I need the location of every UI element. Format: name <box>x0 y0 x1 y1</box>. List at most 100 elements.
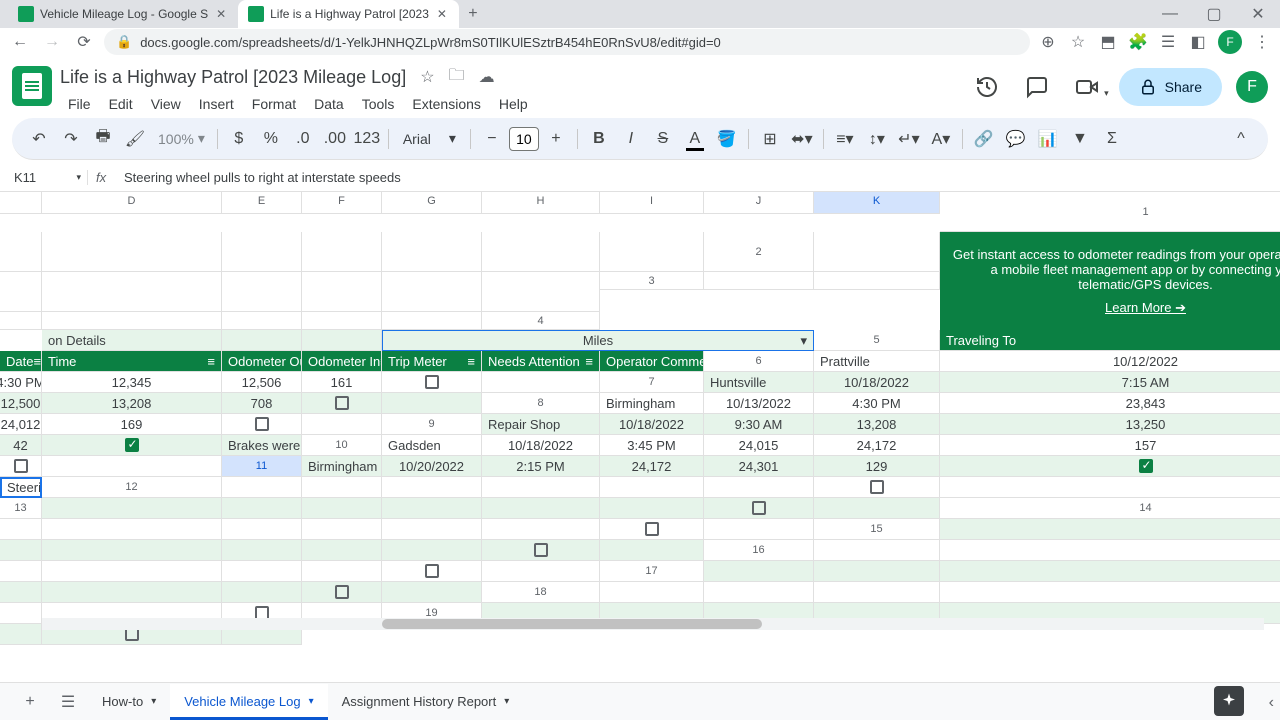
cell[interactable] <box>382 312 482 330</box>
cell[interactable] <box>482 477 600 498</box>
cell-to[interactable]: Birmingham <box>302 456 382 477</box>
decrease-decimal-icon[interactable]: .0 <box>288 124 318 154</box>
redo-icon[interactable]: ↷ <box>56 124 86 154</box>
cell-odometer-in[interactable]: 13,208 <box>42 393 222 414</box>
cell-odometer-out[interactable]: 12,345 <box>42 372 222 393</box>
cell-time[interactable]: 3:45 PM <box>600 435 704 456</box>
menu-view[interactable]: View <box>143 92 189 116</box>
row-header[interactable]: 15 <box>814 519 940 540</box>
cell-trip[interactable]: 42 <box>0 435 42 456</box>
back-icon[interactable]: ← <box>8 30 32 54</box>
column-header[interactable]: Trip Meter≡ <box>382 351 482 372</box>
new-tab-button[interactable]: + <box>459 0 487 28</box>
cell-attention[interactable] <box>42 435 222 456</box>
cell-to[interactable]: Gadsden <box>382 435 482 456</box>
cell-odometer-in[interactable]: 24,301 <box>704 456 814 477</box>
borders-icon[interactable]: ⊞ <box>755 124 785 154</box>
cell-attention[interactable] <box>222 414 302 435</box>
cell[interactable] <box>302 561 382 582</box>
cell[interactable] <box>382 540 482 561</box>
row-header[interactable]: 5 <box>814 330 940 351</box>
cell[interactable] <box>940 582 1280 603</box>
cell[interactable] <box>482 232 600 272</box>
cell-attention[interactable] <box>704 498 814 519</box>
cell-comment[interactable]: Steering wheel pulls to right at interst… <box>0 477 42 498</box>
valign-icon[interactable]: ↕▾ <box>862 124 892 154</box>
cell[interactable] <box>0 561 42 582</box>
row-header[interactable]: 18 <box>482 582 600 603</box>
cell[interactable] <box>600 498 704 519</box>
cell[interactable] <box>382 498 482 519</box>
cell[interactable] <box>600 540 704 561</box>
cell-comment[interactable] <box>42 456 222 477</box>
cell[interactable] <box>0 540 42 561</box>
cell-to[interactable]: Birmingham <box>600 393 704 414</box>
cell-odometer-in[interactable]: 24,012 <box>0 414 42 435</box>
row-header[interactable]: 16 <box>704 540 814 561</box>
font-select[interactable]: Arial▾ <box>395 130 464 147</box>
row-header[interactable]: 2 <box>704 232 814 272</box>
cell[interactable] <box>704 561 814 582</box>
move-icon[interactable]: 🗀 <box>449 64 465 91</box>
strikethrough-icon[interactable]: S <box>648 124 678 154</box>
cell[interactable] <box>222 519 302 540</box>
cell-date[interactable]: 10/20/2022 <box>382 456 482 477</box>
functions-icon[interactable]: Σ <box>1097 124 1127 154</box>
cell-time[interactable]: 7:15 AM <box>940 372 1280 393</box>
cell-time[interactable]: 2:15 PM <box>482 456 600 477</box>
menu-help[interactable]: Help <box>491 92 536 116</box>
cell[interactable] <box>482 498 600 519</box>
extensions-icon[interactable]: 🧩 <box>1128 32 1148 52</box>
cell[interactable] <box>222 232 302 272</box>
forward-icon[interactable]: → <box>40 30 64 54</box>
cell[interactable] <box>222 312 302 330</box>
cell-time[interactable]: 4:30 PM <box>814 393 940 414</box>
filter-icon[interactable]: ▼ <box>1065 124 1095 154</box>
cell-attention[interactable] <box>382 561 482 582</box>
cell[interactable] <box>0 232 42 272</box>
cell[interactable] <box>940 540 1280 561</box>
readlist-icon[interactable]: ☰ <box>1158 32 1178 52</box>
decrease-font-icon[interactable]: − <box>477 124 507 154</box>
row-header[interactable]: 14 <box>940 498 1280 519</box>
column-header[interactable]: Needs Attention≡ <box>482 351 600 372</box>
cell[interactable] <box>382 232 482 272</box>
menu-data[interactable]: Data <box>306 92 352 116</box>
all-sheets-button[interactable]: ☰ <box>50 684 86 720</box>
doc-title[interactable]: Life is a Highway Patrol [2023 Mileage L… <box>60 67 406 88</box>
menu-edit[interactable]: Edit <box>101 92 141 116</box>
halign-icon[interactable]: ≡▾ <box>830 124 860 154</box>
column-header[interactable]: Time≡ <box>42 351 222 372</box>
comment-icon[interactable] <box>1019 69 1055 105</box>
cell[interactable] <box>222 540 302 561</box>
user-avatar[interactable]: F <box>1236 71 1268 103</box>
browser-tab-active[interactable]: Life is a Highway Patrol [2023 ✕ <box>238 0 459 28</box>
row-header[interactable]: 3 <box>600 272 704 290</box>
reload-icon[interactable]: ⟳ <box>72 30 96 54</box>
add-sheet-button[interactable]: + <box>12 684 48 720</box>
cell[interactable] <box>42 498 222 519</box>
cell-odometer-in[interactable]: 13,250 <box>940 414 1280 435</box>
row-header[interactable]: 12 <box>42 477 222 498</box>
close-window-icon[interactable]: ✕ <box>1236 0 1280 28</box>
column-header[interactable]: Odometer Out≡ <box>222 351 302 372</box>
cell-odometer-out[interactable]: 24,172 <box>600 456 704 477</box>
cell[interactable] <box>814 540 940 561</box>
cell-attention[interactable] <box>382 372 482 393</box>
cell[interactable] <box>600 477 704 498</box>
row-header[interactable]: 1 <box>940 192 1280 232</box>
row-header[interactable]: 4 <box>482 312 600 330</box>
cell[interactable] <box>222 477 302 498</box>
number-format-icon[interactable]: 123 <box>352 124 382 154</box>
cell-time[interactable]: 4:30 PM <box>0 372 42 393</box>
cell-to[interactable]: Huntsville <box>704 372 814 393</box>
history-icon[interactable] <box>969 69 1005 105</box>
cell-trip[interactable]: 129 <box>814 456 940 477</box>
cell[interactable] <box>302 330 382 351</box>
insert-comment-icon[interactable]: 💬 <box>1001 124 1031 154</box>
menu-insert[interactable]: Insert <box>191 92 242 116</box>
rotate-icon[interactable]: A▾ <box>926 124 956 154</box>
cell[interactable] <box>704 519 814 540</box>
increase-font-icon[interactable]: + <box>541 124 571 154</box>
bold-icon[interactable]: B <box>584 124 614 154</box>
